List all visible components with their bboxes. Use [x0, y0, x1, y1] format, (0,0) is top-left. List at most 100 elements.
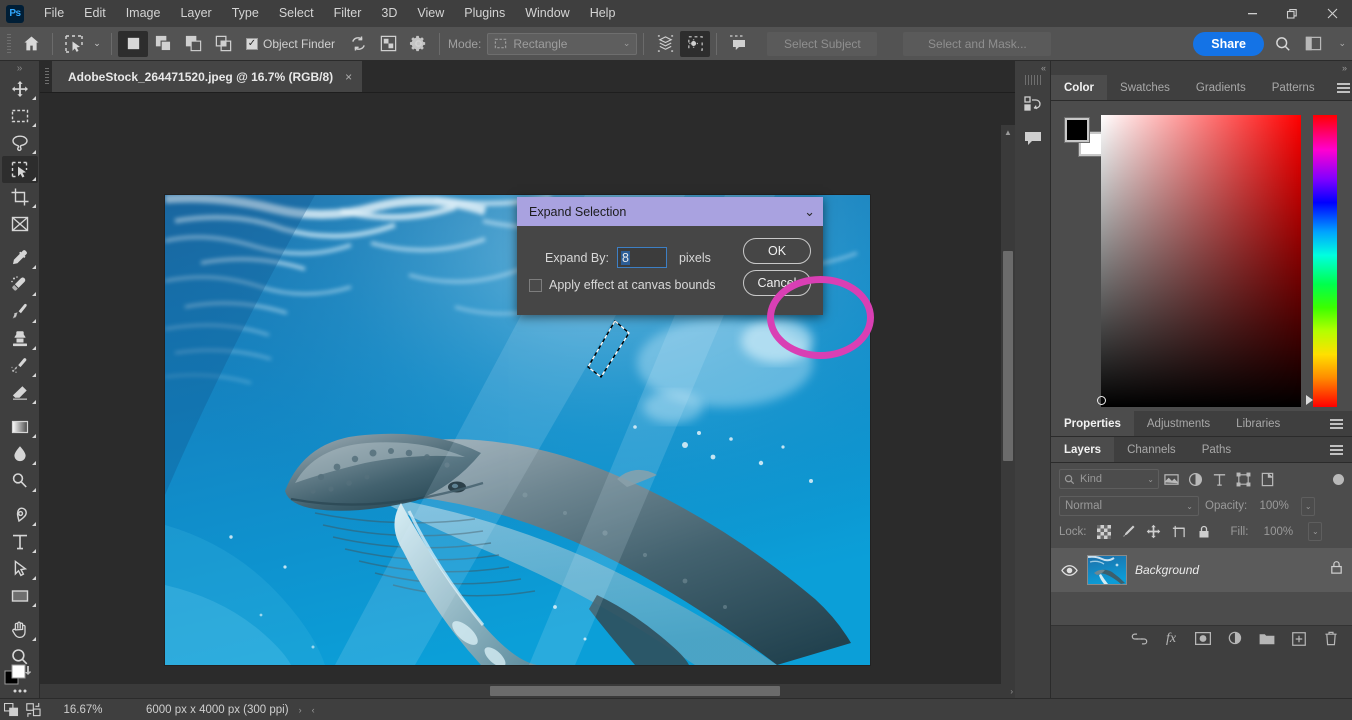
horizontal-scroll-thumb[interactable]: [490, 686, 780, 696]
tab-properties[interactable]: Properties: [1051, 411, 1134, 436]
menu-item-layer[interactable]: Layer: [170, 0, 221, 27]
hue-slider-marker[interactable]: [1306, 395, 1313, 405]
tab-libraries[interactable]: Libraries: [1223, 411, 1294, 436]
tool-settings-icon[interactable]: [680, 30, 711, 57]
hue-slider[interactable]: [1306, 115, 1337, 407]
hand-tool[interactable]: [2, 616, 38, 643]
chevron-down-icon[interactable]: ⌄: [804, 204, 815, 220]
workspace-chevron-down-icon[interactable]: ⌄: [1338, 38, 1346, 49]
brush-tool[interactable]: [2, 298, 38, 325]
menu-item-edit[interactable]: Edit: [74, 0, 116, 27]
select-subject-button[interactable]: Select Subject: [767, 31, 878, 56]
object-selection-tool-icon[interactable]: [59, 31, 89, 57]
fill-chevron-down-icon[interactable]: ⌄: [1308, 522, 1323, 541]
menu-item-image[interactable]: Image: [116, 0, 171, 27]
eraser-tool[interactable]: [2, 379, 38, 406]
tab-gradients[interactable]: Gradients: [1182, 75, 1259, 100]
canvas-horizontal-scrollbar[interactable]: ›: [40, 684, 1015, 698]
blur-tool[interactable]: [2, 440, 38, 467]
add-to-selection-button[interactable]: [148, 31, 178, 57]
tab-adjustments[interactable]: Adjustments: [1133, 411, 1224, 436]
share-button[interactable]: Share: [1193, 31, 1264, 56]
scroll-right-arrow-icon[interactable]: ›: [1010, 684, 1013, 698]
intersect-selection-button[interactable]: [208, 31, 238, 57]
clone-stamp-tool[interactable]: [2, 325, 38, 352]
tab-swatches[interactable]: Swatches: [1107, 75, 1183, 100]
spot-healing-brush-tool[interactable]: [2, 271, 38, 298]
menu-item-view[interactable]: View: [407, 0, 454, 27]
lasso-tool[interactable]: [2, 129, 38, 156]
delete-layer-button[interactable]: [1322, 630, 1340, 648]
expand-panels-icon[interactable]: »: [1051, 61, 1352, 75]
color-panel-menu-button[interactable]: [1328, 75, 1352, 100]
menu-item-help[interactable]: Help: [580, 0, 626, 27]
color-ramp[interactable]: [1097, 115, 1301, 407]
lock-transparent-pixels-icon[interactable]: [1096, 524, 1112, 540]
smart-object-filter-icon[interactable]: [1255, 469, 1279, 489]
new-layer-button[interactable]: [1290, 630, 1308, 648]
sample-all-layers-icon[interactable]: [650, 31, 680, 57]
menu-item-file[interactable]: File: [34, 0, 74, 27]
search-icon[interactable]: [1268, 31, 1298, 57]
object-finder-checkbox[interactable]: ✓ Object Finder: [246, 37, 335, 51]
cancel-button[interactable]: Cancel: [743, 270, 811, 296]
blend-mode-select[interactable]: Normal ⌄: [1059, 496, 1199, 516]
menu-item-filter[interactable]: Filter: [324, 0, 372, 27]
link-layers-button[interactable]: [1130, 630, 1148, 648]
scroll-up-arrow-icon[interactable]: ▲: [1001, 125, 1015, 139]
tool-preset-chevron-down-icon[interactable]: ⌄: [89, 31, 105, 57]
adjustment-filter-icon[interactable]: [1183, 469, 1207, 489]
dodge-tool[interactable]: [2, 467, 38, 494]
history-panel-icon[interactable]: [1018, 89, 1048, 119]
close-button[interactable]: [1312, 0, 1352, 27]
vertical-scroll-thumb[interactable]: [1003, 251, 1013, 461]
pixel-filter-icon[interactable]: [1159, 469, 1183, 489]
pen-tool[interactable]: [2, 501, 38, 528]
properties-panel-menu-button[interactable]: [1321, 411, 1352, 436]
rectangular-marquee-tool[interactable]: [2, 102, 38, 129]
lock-artboard-nesting-icon[interactable]: [1171, 524, 1187, 540]
dialog-title-bar[interactable]: Expand Selection ⌄: [517, 197, 823, 226]
subtract-from-selection-button[interactable]: [178, 31, 208, 57]
table-row[interactable]: Background: [1051, 548, 1352, 592]
type-filter-icon[interactable]: [1207, 469, 1231, 489]
new-group-button[interactable]: [1258, 630, 1276, 648]
collapse-panels-icon[interactable]: «: [1015, 61, 1050, 75]
menu-item-window[interactable]: Window: [515, 0, 579, 27]
path-selection-tool[interactable]: [2, 555, 38, 582]
canvas-stage[interactable]: Expand Selection ⌄ Expand By: 8 pixels A…: [40, 93, 1015, 698]
layer-thumbnail[interactable]: [1087, 555, 1127, 585]
refresh-icon[interactable]: [343, 31, 373, 57]
comments-panel-icon[interactable]: [1018, 123, 1048, 153]
horizontal-type-tool[interactable]: [2, 528, 38, 555]
options-bar-grip[interactable]: [4, 33, 14, 54]
move-tool[interactable]: [2, 75, 38, 102]
color-ramp-picker[interactable]: [1097, 396, 1106, 405]
minimize-button[interactable]: [1232, 0, 1272, 27]
tab-patterns[interactable]: Patterns: [1258, 75, 1328, 100]
layer-name[interactable]: Background: [1135, 563, 1199, 577]
foreground-color-swatch[interactable]: [1065, 118, 1089, 142]
tools-panel-grip[interactable]: »: [0, 61, 39, 75]
menu-item-type[interactable]: Type: [222, 0, 269, 27]
menu-item-3d[interactable]: 3D: [371, 0, 407, 27]
filter-toggle-icon[interactable]: [1333, 473, 1344, 485]
add-layer-mask-button[interactable]: [1194, 630, 1212, 648]
foreground-background-color[interactable]: [4, 663, 34, 694]
close-icon[interactable]: ×: [345, 70, 352, 84]
new-selection-button[interactable]: [118, 30, 148, 57]
color-swatches[interactable]: [1065, 118, 1103, 156]
shape-filter-icon[interactable]: [1231, 469, 1255, 489]
gear-icon[interactable]: [403, 31, 433, 57]
layers-panel-menu-button[interactable]: [1321, 437, 1352, 462]
new-adjustment-layer-button[interactable]: [1226, 630, 1244, 648]
crop-tool[interactable]: [2, 183, 38, 210]
fill-value[interactable]: 100%: [1257, 522, 1299, 541]
rectangle-tool[interactable]: [2, 582, 38, 609]
status-expand-icon[interactable]: ›: [289, 705, 312, 715]
tab-layers[interactable]: Layers: [1051, 437, 1115, 462]
select-and-mask-button[interactable]: Select and Mask...: [903, 31, 1052, 56]
tab-color[interactable]: Color: [1051, 75, 1108, 100]
status-back-icon[interactable]: ‹: [312, 705, 325, 715]
lock-image-pixels-icon[interactable]: [1121, 524, 1137, 540]
